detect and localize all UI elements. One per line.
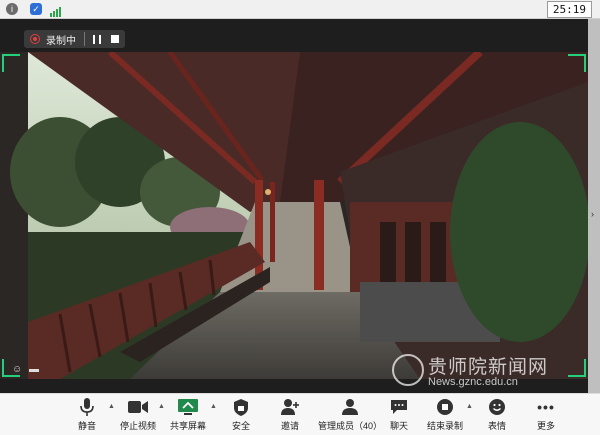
share-options-caret-icon[interactable]: ▲ [210,403,217,410]
frame-corner-tr [568,54,586,72]
status-bar: i ✓ 25:19 [0,0,600,19]
recording-options-caret-icon[interactable]: ▲ [466,403,473,410]
recording-indicator: 录制中 [24,30,125,48]
chat-icon [391,396,407,418]
chat-label: 聊天 [390,421,409,431]
mute-label: 静音 [78,421,97,431]
reactions-button[interactable]: 表情 [488,396,506,432]
frame-corner-tl [2,54,20,72]
watermark-logo-icon [392,354,424,386]
chat-button[interactable]: 聊天 [390,396,408,432]
stop-video-button[interactable]: 停止视频 [120,396,156,432]
invite-label: 邀请 [281,421,300,431]
invite-button[interactable]: 邀请 [281,396,299,432]
smiley-icon [489,396,505,418]
emoji-icon[interactable]: ☺ [12,364,22,375]
more-dots-icon: ••• [537,399,555,415]
record-icon [30,34,40,44]
watermark-text: 贵师院新闻网 [428,356,549,378]
share-screen-icon [178,396,198,418]
mute-options-caret-icon[interactable]: ▲ [108,403,115,410]
watermark-url: News.gznc.edu.cn [428,376,518,388]
microphone-icon [80,396,94,418]
recording-label: 录制中 [46,35,76,47]
reactions-label: 表情 [488,421,507,431]
divider [84,32,85,46]
share-screen-label: 共享屏幕 [170,421,207,431]
security-label: 安全 [232,421,251,431]
more-button[interactable]: ••• 更多 [537,396,555,432]
participants-button[interactable]: 管理成员（40） [318,396,382,432]
video-camera-icon [128,396,148,418]
scene-image [0,52,588,379]
menu-icon[interactable]: ▬ [29,364,39,375]
meeting-timer: 25:19 [546,1,592,18]
security-button[interactable]: 安全 [232,396,250,432]
stop-recording-icon[interactable] [111,35,119,43]
shield-icon [234,396,248,418]
video-options-caret-icon[interactable]: ▲ [158,403,165,410]
participants-label: 管理成员（40） [318,421,383,431]
shield-icon[interactable]: ✓ [30,3,42,15]
participants-icon [342,396,358,418]
video-controls[interactable]: ☺ ▬ [12,364,39,375]
share-screen-button[interactable]: 共享屏幕 [170,396,206,432]
side-scrollbar[interactable]: › [588,19,600,393]
meeting-stage: 录制中 ☺ ▬ 贵师院新闻网 News.gznc.edu.cn [0,19,600,393]
pause-recording-icon[interactable] [93,34,101,44]
more-label: 更多 [537,421,556,431]
watermark: 贵师院新闻网 News.gznc.edu.cn [392,352,582,392]
stop-recording-icon [437,396,453,418]
info-icon[interactable]: i [6,3,18,15]
stop-video-label: 停止视频 [120,421,157,431]
end-recording-label: 结束录制 [427,421,464,431]
mute-button[interactable]: 静音 [78,396,96,432]
chevron-right-icon[interactable]: › [591,209,594,219]
meeting-toolbar: 静音 ▲ 停止视频 ▲ 共享屏幕 ▲ 安全 邀请 管理成员（40） 聊天 结束录… [0,393,600,435]
signal-icon[interactable] [50,4,62,17]
shared-screen-view[interactable] [0,52,588,379]
end-recording-button[interactable]: 结束录制 [427,396,463,432]
add-user-icon [281,396,299,418]
